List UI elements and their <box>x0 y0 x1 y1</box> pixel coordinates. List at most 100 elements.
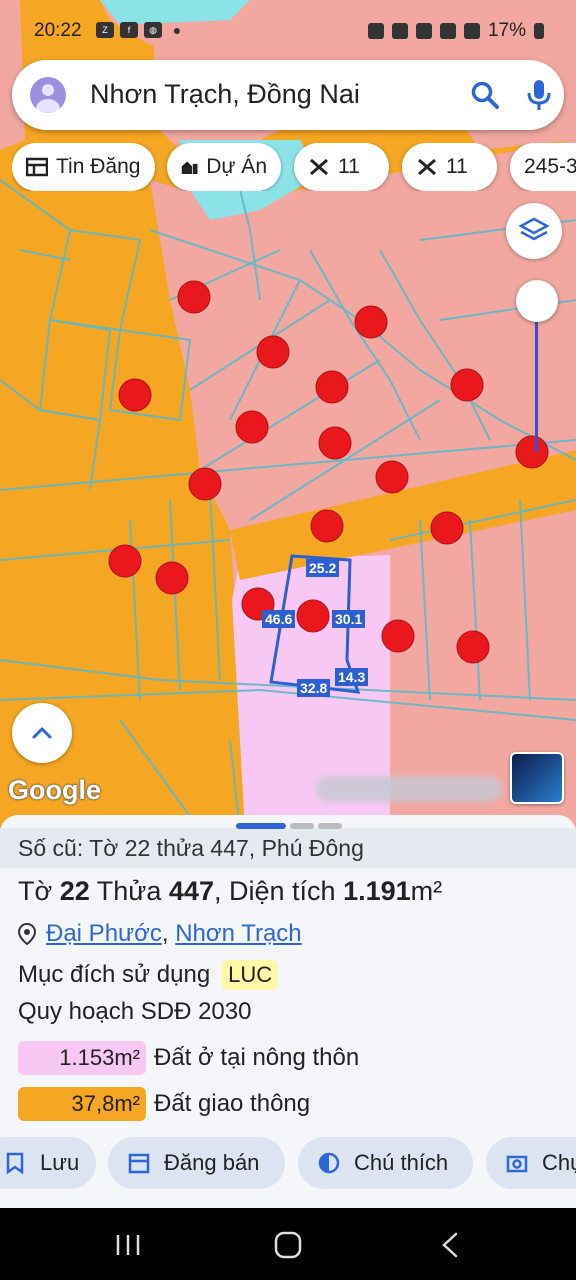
avatar[interactable] <box>30 77 66 113</box>
tools-icon <box>418 158 436 176</box>
back-icon[interactable] <box>430 1230 470 1260</box>
opacity-slider-handle[interactable] <box>516 280 558 322</box>
zalo-icon: Z <box>96 22 114 38</box>
signal-icon <box>463 23 480 39</box>
wifi-icon <box>439 23 456 39</box>
tools-icon <box>310 158 328 176</box>
battery-icon <box>534 23 544 39</box>
map-thumbnail[interactable] <box>510 752 564 804</box>
sheet-number: 22 <box>59 876 90 906</box>
layers-icon <box>518 217 550 241</box>
map-marker <box>375 460 409 494</box>
area-value: 1.191 <box>343 876 411 906</box>
filter-chips: Tin Đăng Dự Án 11 11 245-3 <box>12 143 576 191</box>
post-for-sale-button[interactable]: Đăng bán <box>108 1137 285 1189</box>
location-row: Đại Phước, Nhơn Trạch <box>18 920 302 948</box>
facebook-icon: f <box>120 22 138 38</box>
camera-icon <box>506 1155 528 1173</box>
page-dot <box>290 823 314 829</box>
land-use-area: 37,8m² <box>18 1087 146 1121</box>
chip-label: 245-3 <box>524 155 576 178</box>
map-marker <box>315 370 349 404</box>
chevron-up-icon <box>32 727 52 739</box>
map-marker <box>354 305 388 339</box>
map-marker <box>318 426 352 460</box>
map-marker <box>310 509 344 543</box>
chip-tools-2[interactable]: 11 <box>402 143 497 191</box>
dimension-label: 25.2 <box>306 559 340 577</box>
chip-label: 11 <box>338 155 360 178</box>
chip-label: Tin Đăng <box>56 155 141 178</box>
sheet-handle[interactable] <box>236 823 342 829</box>
district-link[interactable]: Nhơn Trạch <box>175 920 301 948</box>
map-marker <box>188 467 222 501</box>
search-icon[interactable] <box>470 80 500 110</box>
dot-icon: ● <box>172 22 182 38</box>
mute-icon <box>391 23 408 39</box>
buildings-icon <box>181 161 198 175</box>
opacity-slider-track[interactable] <box>535 300 538 452</box>
mic-icon[interactable] <box>524 78 554 112</box>
map-marker <box>456 630 490 664</box>
legend-label: Chú thích <box>354 1150 449 1175</box>
status-bar: 20:22 Z f ◍ ● 17% <box>0 0 576 46</box>
chip-label: Dự Án <box>206 155 267 178</box>
map-marker <box>515 435 549 469</box>
map-marker <box>177 280 211 314</box>
map-marker <box>155 561 189 595</box>
land-use-row: 37,8m² Đất giao thông <box>18 1087 310 1121</box>
map-marker <box>381 619 415 653</box>
old-reference: Số cũ: Tờ 22 thửa 447, Phú Đông <box>18 835 364 861</box>
map-marker <box>118 378 152 412</box>
globe-icon: ◍ <box>144 22 162 38</box>
map-marker <box>296 599 330 633</box>
save-button[interactable]: Lưu <box>0 1137 96 1189</box>
blurred-watermark <box>316 776 502 802</box>
land-use-area: 1.153m² <box>18 1041 146 1075</box>
home-icon[interactable] <box>268 1230 308 1260</box>
dimension-label: 32.8 <box>297 679 331 697</box>
capture-button[interactable]: Chụ <box>486 1137 576 1189</box>
land-use-label: Đất giao thông <box>154 1090 311 1117</box>
sheet-label: Tờ <box>18 876 53 906</box>
google-logo: Google <box>8 775 101 805</box>
purpose-label: Mục đích sử dụng <box>18 961 211 988</box>
legend-button[interactable]: Chú thích <box>298 1137 473 1189</box>
plot-label: Thửa <box>96 876 162 906</box>
location-separator: , <box>161 920 176 947</box>
expand-button[interactable] <box>12 703 72 763</box>
land-use-label: Đất ở tại nông thôn <box>154 1044 360 1071</box>
battery-percentage: 17% <box>487 20 526 41</box>
chip-label: 11 <box>446 155 468 178</box>
map-marker <box>235 410 269 444</box>
map-marker <box>256 335 290 369</box>
layers-button[interactable] <box>506 203 562 259</box>
status-time: 20:22 <box>34 20 82 41</box>
contrast-icon <box>318 1152 340 1174</box>
alarm-icon <box>367 23 384 39</box>
bookmark-icon <box>6 1152 24 1174</box>
dimension-label: 46.6 <box>262 610 296 628</box>
page-dot <box>236 823 286 829</box>
chip-parcel[interactable]: 245-3 <box>510 143 576 191</box>
plot-number: 447 <box>168 876 214 906</box>
map-marker <box>430 511 464 545</box>
area-label: Diện tích <box>229 876 336 906</box>
purpose-row: Mục đích sử dụng LUC <box>18 960 279 990</box>
area-unit: m² <box>410 876 443 906</box>
action-bar: Lưu Đăng bán Chú thích Chụ <box>0 1137 576 1193</box>
recent-apps-icon[interactable] <box>108 1230 148 1260</box>
plan-title: Quy hoạch SDĐ 2030 <box>18 998 252 1025</box>
search-bar[interactable]: Nhơn Trạch, Đồng Nai <box>12 60 564 130</box>
location-pin-icon <box>18 923 36 945</box>
page-dot <box>318 823 342 829</box>
listing-icon <box>26 157 48 177</box>
chip-tools-1[interactable]: 11 <box>294 143 389 191</box>
ward-link[interactable]: Đại Phước <box>46 920 162 948</box>
chip-du-an[interactable]: Dự Án <box>167 143 281 191</box>
search-input[interactable]: Nhơn Trạch, Đồng Nai <box>90 79 360 110</box>
map-marker <box>450 368 484 402</box>
dimension-label: 14.3 <box>335 668 369 686</box>
capture-label: Chụ <box>542 1150 576 1175</box>
chip-tin-dang[interactable]: Tin Đăng <box>12 143 155 191</box>
